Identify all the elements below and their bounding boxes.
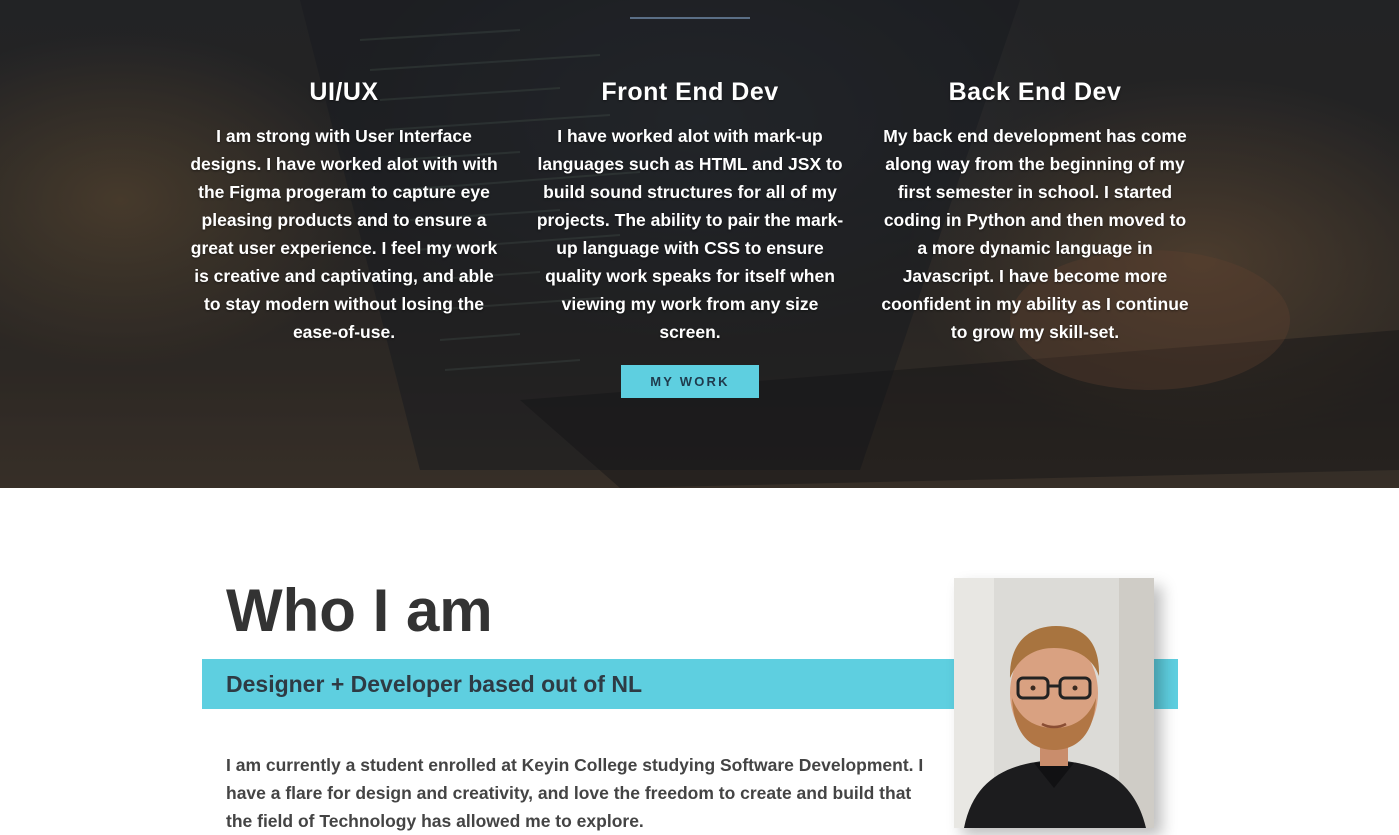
skill-column-front-end: Front End Dev I have worked alot with ma… — [535, 72, 845, 346]
profile-portrait-image — [954, 578, 1154, 828]
about-bio: I am currently a student enrolled at Key… — [226, 755, 924, 831]
skill-column-uiux: UI/UX I am strong with User Interface de… — [189, 72, 499, 346]
skill-description: My back end development has come along w… — [881, 126, 1189, 342]
skill-description: I have worked alot with mark-up language… — [536, 126, 844, 342]
skill-heading: Front End Dev — [601, 78, 779, 106]
hero-section: UI/UX I am strong with User Interface de… — [0, 0, 1399, 488]
skill-description: I am strong with User Interface designs.… — [190, 126, 498, 342]
profile-photo — [954, 578, 1154, 828]
about-tagline: Designer + Developer based out of NL — [226, 671, 643, 697]
my-work-button[interactable]: MY WORK — [621, 365, 759, 398]
skill-heading: Back End Dev — [948, 78, 1122, 106]
skill-column-back-end: Back End Dev My back end development has… — [880, 72, 1190, 346]
section-divider — [630, 17, 750, 19]
about-title: Who I am — [226, 577, 493, 644]
skill-heading: UI/UX — [309, 78, 379, 106]
